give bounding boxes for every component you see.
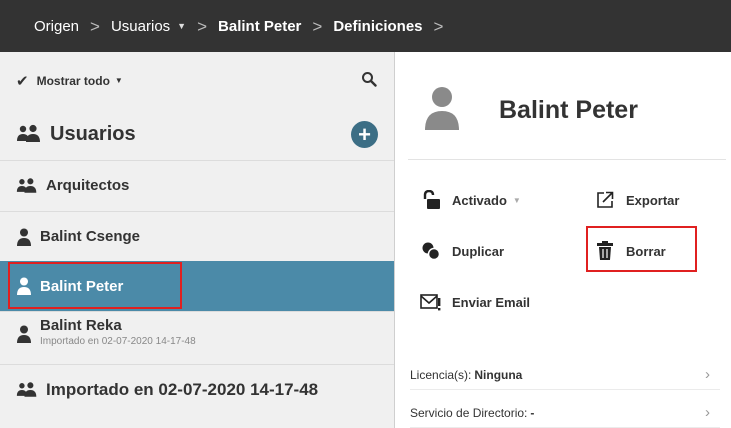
user-icon <box>16 277 32 295</box>
users-header: Usuarios + <box>0 109 394 159</box>
breadcrumb-origen[interactable]: Origen <box>34 18 79 35</box>
users-title: Usuarios <box>50 122 136 145</box>
group-icon <box>16 124 42 144</box>
list-item-label: Importado en 02-07-2020 14-17-48 <box>46 379 319 399</box>
breadcrumb-separator: > <box>90 16 100 36</box>
user-icon <box>16 228 32 246</box>
list-item-label: Arquitectos <box>46 177 130 194</box>
list-item-balint-reka[interactable]: Balint Reka Importado en 02-07-2020 14-1… <box>0 311 394 361</box>
caret-down-icon: ▼ <box>114 76 123 85</box>
filter-dropdown[interactable]: ✔ Mostrar todo ▼ <box>0 52 394 109</box>
list-item-imported-group[interactable]: Importado en 02-07-2020 14-17-48 <box>0 364 394 414</box>
send-email-label: Enviar Email <box>452 294 531 310</box>
delete-label: Borrar <box>626 243 666 259</box>
list-item-arquitectos[interactable]: Arquitectos <box>0 160 394 210</box>
search-icon[interactable] <box>361 71 377 87</box>
caret-down-icon: ▼ <box>177 20 187 31</box>
export-icon <box>592 190 618 210</box>
breadcrumb-user[interactable]: Balint Peter <box>218 18 301 35</box>
chevron-right-icon: › <box>705 366 710 383</box>
directory-service-row[interactable]: Servicio de Directorio: - › <box>410 398 720 428</box>
breadcrumb-separator: > <box>197 16 208 36</box>
profile-name: Balint Peter <box>499 96 638 124</box>
license-label: Licencia(s): <box>410 367 472 382</box>
breadcrumb-separator: > <box>433 16 444 36</box>
user-icon <box>16 325 32 343</box>
list-item-balint-peter[interactable]: Balint Peter <box>0 261 394 311</box>
list-item-balint-csenge[interactable]: Balint Csenge <box>0 211 394 261</box>
enabled-label: Activado <box>452 192 507 208</box>
profile-header: Balint Peter <box>408 52 726 160</box>
chevron-right-icon: › <box>705 404 710 421</box>
directory-label: Servicio de Directorio: <box>410 405 528 420</box>
license-row[interactable]: Licencia(s): Ninguna › <box>410 360 720 390</box>
breadcrumb-definiciones[interactable]: Definiciones <box>333 18 422 35</box>
caret-down-icon: ▼ <box>512 195 521 205</box>
export-label: Exportar <box>626 192 680 208</box>
list-item-text: Balint Reka Importado en 02-07-2020 14-1… <box>40 317 196 347</box>
license-value: Ninguna <box>474 367 523 382</box>
list-item-label: Balint Csenge <box>40 228 141 245</box>
checkmark-icon: ✔ <box>16 72 29 90</box>
avatar <box>425 87 459 130</box>
duplicate-button[interactable]: Duplicar <box>418 241 504 261</box>
directory-value: - <box>530 405 535 420</box>
duplicate-label: Duplicar <box>452 243 505 259</box>
list-item-label: Balint Peter <box>40 277 124 295</box>
send-email-button[interactable]: Enviar Email <box>418 292 530 312</box>
filter-label: Mostrar todo <box>36 73 110 88</box>
breadcrumb: Origen > Usuarios ▼ > Balint Peter > Defi… <box>0 0 731 52</box>
breadcrumb-separator: > <box>312 16 323 36</box>
export-button[interactable]: Exportar <box>592 190 679 210</box>
user-detail-panel: Balint Peter Activado ▼ Exportar Duplica… <box>396 52 731 428</box>
enabled-dropdown[interactable]: Activado ▼ <box>418 190 521 210</box>
unlock-icon <box>418 190 444 210</box>
breadcrumb-usuarios-label: Usuarios <box>110 17 171 35</box>
trash-icon <box>592 241 618 261</box>
list-item-sublabel: Importado en 02-07-2020 14-17-48 <box>40 336 196 347</box>
email-icon <box>418 292 444 312</box>
breadcrumb-usuarios[interactable]: Usuarios ▼ <box>111 18 186 35</box>
group-icon <box>16 381 38 399</box>
group-icon <box>16 177 38 195</box>
list-item-label: Balint Reka <box>40 317 122 334</box>
user-list-panel: ✔ Mostrar todo ▼ Usuarios + Arquitectos <box>0 52 395 428</box>
add-user-button[interactable]: + <box>351 121 378 148</box>
duplicate-icon <box>418 241 444 261</box>
delete-button[interactable]: Borrar <box>592 241 666 261</box>
